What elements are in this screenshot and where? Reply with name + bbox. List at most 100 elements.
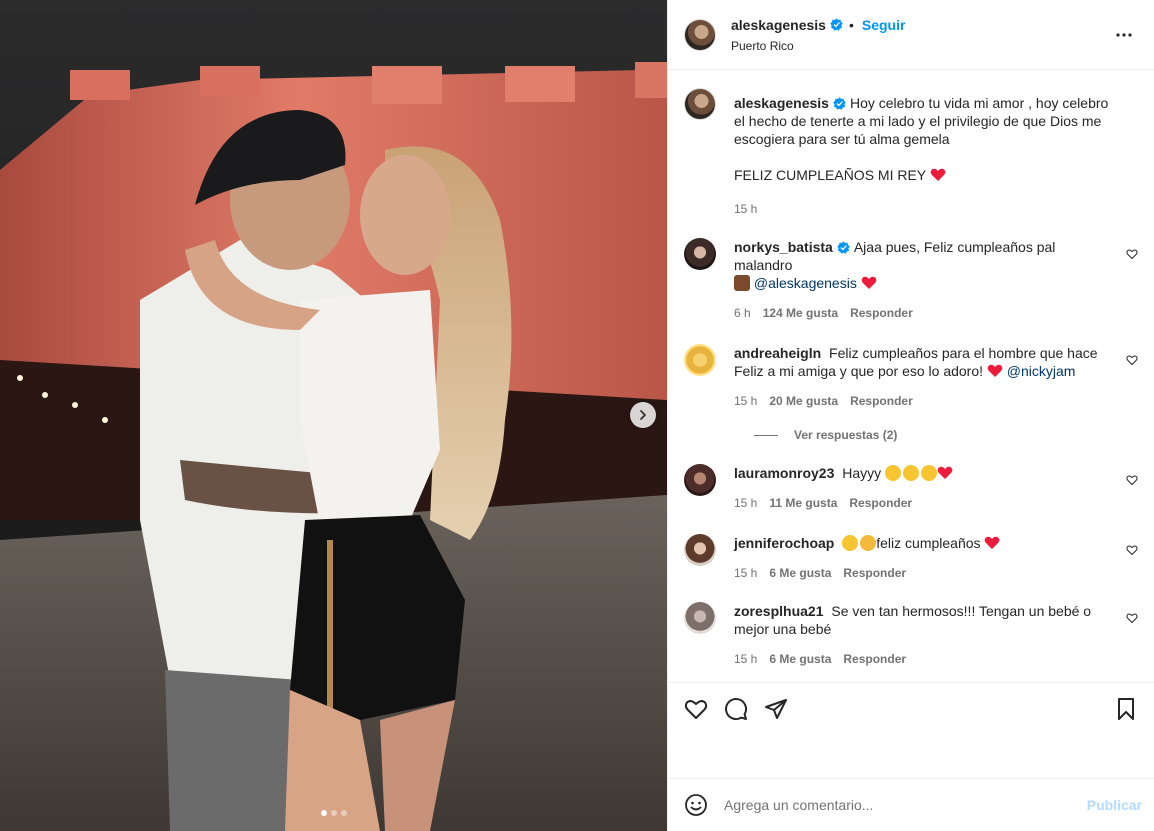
verified-badge-icon [833, 97, 846, 110]
heart-outline-icon[interactable] [1126, 544, 1138, 556]
caption-line-2: FELIZ CUMPLEAÑOS MI REY [734, 166, 1116, 184]
caption: aleskagenesis Hoy celebro tu vida mi amor… [684, 88, 1138, 216]
verified-badge-icon [837, 241, 850, 254]
comment-body: norkys_batista Ajaa pues, Feliz cumpleaño… [734, 238, 1116, 320]
red-heart-icon [861, 276, 877, 289]
cake-emoji-icon [734, 275, 750, 291]
comment-text: norkys_batista Ajaa pues, Feliz cumpleaño… [734, 238, 1116, 292]
comment-item: andreaheigln Feliz cumpleaños para el ho… [684, 344, 1138, 408]
caption-text: aleskagenesis Hoy celebro tu vida mi amor… [734, 94, 1116, 148]
comment-item: lauramonroy23 Hayyy 15 h 11 Me gusta Res… [684, 464, 1138, 510]
comment-likes[interactable]: 20 Me gusta [769, 394, 838, 408]
comment-text: zoresplhua21 Se ven tan hermosos!!! Teng… [734, 602, 1116, 638]
chevron-right-icon [640, 410, 646, 420]
carousel-dot [320, 810, 327, 816]
clapping-hands-emoji-icon [860, 535, 877, 551]
avatar[interactable] [684, 464, 716, 496]
comment-likes[interactable]: 6 Me gusta [769, 652, 831, 666]
red-heart-icon [985, 536, 1000, 549]
next-slide-button[interactable] [630, 402, 656, 428]
comment-body: jenniferochoap feliz cumpleaños 15 h 6 M… [734, 534, 1116, 580]
reply-button[interactable]: Responder [843, 652, 906, 666]
carousel-dot [330, 810, 337, 816]
view-replies-label: Ver respuestas (2) [794, 428, 898, 442]
add-comment-bar: Publicar [668, 778, 1154, 831]
comment-username[interactable]: norkys_batista [734, 239, 833, 255]
comments-list[interactable]: aleskagenesis Hoy celebro tu vida mi amor… [668, 70, 1154, 682]
comment-body: lauramonroy23 Hayyy 15 h 11 Me gusta Res… [734, 464, 1116, 510]
more-options-icon[interactable] [1115, 26, 1133, 44]
red-heart-icon [930, 168, 946, 181]
comment-time[interactable]: 15 h [734, 394, 757, 408]
avatar[interactable] [684, 18, 716, 51]
comment-meta: 15 h 6 Me gusta Responder [734, 566, 1116, 580]
avatar[interactable] [684, 238, 716, 270]
reply-button[interactable]: Responder [850, 306, 913, 320]
heart-outline-icon[interactable] [1126, 612, 1138, 624]
comment-text: lauramonroy23 Hayyy [734, 464, 1116, 482]
caption-message-2: FELIZ CUMPLEAÑOS MI REY [734, 167, 926, 183]
post-dialog: aleskagenesis • Seguir Puerto Rico alesk… [0, 0, 1154, 831]
comment-input[interactable] [724, 797, 1087, 813]
comment-likes[interactable]: 124 Me gusta [763, 306, 838, 320]
comment-time[interactable]: 15 h [734, 652, 757, 666]
comment-likes[interactable]: 11 Me gusta [769, 496, 837, 510]
heart-outline-icon[interactable] [1126, 248, 1138, 260]
comment-likes[interactable]: 6 Me gusta [769, 566, 831, 580]
comment-meta: 6 h 124 Me gusta Responder [734, 306, 1116, 320]
heart-eyes-emoji-icon [921, 465, 938, 481]
caption-time[interactable]: 15 h [734, 202, 757, 216]
comment-time[interactable]: 15 h [734, 566, 757, 580]
caption-body: aleskagenesis Hoy celebro tu vida mi amor… [734, 88, 1116, 216]
comment-mention[interactable]: @nickyjam [1007, 363, 1076, 379]
carousel-indicator [0, 810, 667, 816]
comment-text: andreaheigln Feliz cumpleaños para el ho… [734, 344, 1116, 380]
post-actions [668, 682, 1154, 778]
comment-username[interactable]: andreaheigln [734, 345, 821, 361]
owner-row: aleskagenesis • Seguir [731, 17, 905, 33]
smiley-icon[interactable] [684, 793, 708, 817]
verified-badge-icon [830, 18, 843, 31]
comment-username[interactable]: zoresplhua21 [734, 603, 823, 619]
heart-outline-icon[interactable] [1126, 474, 1138, 486]
avatar[interactable] [684, 88, 716, 120]
comment-username[interactable]: lauramonroy23 [734, 465, 834, 481]
avatar[interactable] [684, 534, 716, 566]
comment-text: jenniferochoap feliz cumpleaños [734, 534, 1116, 552]
bookmark-icon[interactable] [1114, 697, 1138, 721]
view-replies-button[interactable]: Ver respuestas (2) [754, 428, 1138, 442]
post-media[interactable] [0, 0, 667, 831]
comment-time[interactable]: 6 h [734, 306, 751, 320]
separator-dot: • [848, 16, 854, 33]
red-heart-icon [987, 364, 1003, 377]
publish-button[interactable]: Publicar [1087, 797, 1142, 813]
comment-mention[interactable]: @aleskagenesis [754, 275, 857, 291]
comment-time[interactable]: 15 h [734, 496, 757, 510]
red-heart-icon [937, 466, 953, 479]
owner-username[interactable]: aleskagenesis [731, 17, 826, 33]
paper-plane-icon[interactable] [764, 697, 788, 721]
post-location[interactable]: Puerto Rico [731, 39, 905, 53]
comment-meta: 15 h 20 Me gusta Responder [734, 394, 1116, 408]
avatar[interactable] [684, 602, 716, 634]
heart-outline-icon[interactable] [684, 697, 708, 721]
comment-meta: 15 h 11 Me gusta Responder [734, 496, 1116, 510]
comment-bubble-icon[interactable] [724, 697, 748, 721]
heart-eyes-emoji-icon [885, 465, 902, 481]
caption-meta: 15 h [734, 202, 1116, 216]
follow-button[interactable]: Seguir [862, 17, 906, 33]
heart-outline-icon[interactable] [1126, 354, 1138, 366]
reply-button[interactable]: Responder [843, 566, 906, 580]
reply-button[interactable]: Responder [849, 496, 912, 510]
heart-eyes-emoji-icon [903, 465, 920, 481]
post-side-panel: aleskagenesis • Seguir Puerto Rico alesk… [667, 0, 1154, 831]
comment-message: feliz cumpleaños [876, 535, 981, 551]
comment-item: norkys_batista Ajaa pues, Feliz cumpleaño… [684, 238, 1138, 320]
comment-body: zoresplhua21 Se ven tan hermosos!!! Teng… [734, 602, 1116, 666]
reply-button[interactable]: Responder [850, 394, 913, 408]
comment-body: andreaheigln Feliz cumpleaños para el ho… [734, 344, 1116, 408]
comment-meta: 15 h 6 Me gusta Responder [734, 652, 1116, 666]
caption-username[interactable]: aleskagenesis [734, 95, 829, 111]
avatar[interactable] [684, 344, 716, 376]
comment-username[interactable]: jenniferochoap [734, 535, 834, 551]
